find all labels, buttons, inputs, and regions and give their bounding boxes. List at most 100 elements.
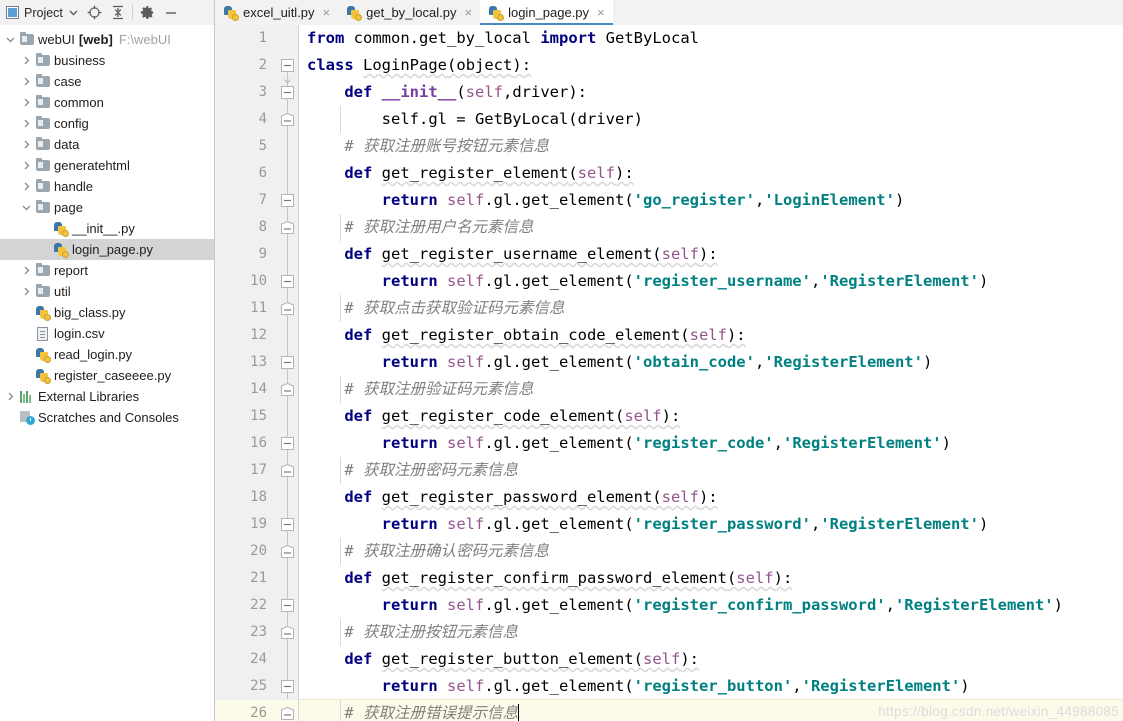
code-line-6: def get_register_element(self): xyxy=(344,164,634,182)
fold-marker-collapse[interactable] xyxy=(281,437,294,450)
fold-marker-end[interactable] xyxy=(281,464,294,477)
code-line-25: return self.gl.get_element('register_but… xyxy=(381,677,970,695)
code-line-15: def get_register_code_element(self): xyxy=(344,407,681,425)
fold-marker-collapse[interactable] xyxy=(281,680,294,693)
gear-icon[interactable] xyxy=(140,5,155,20)
keyword-def: def xyxy=(344,569,373,587)
project-tool-button[interactable]: Project xyxy=(6,6,63,20)
fold-marker-end[interactable] xyxy=(281,545,294,558)
tree-node-page[interactable]: page xyxy=(0,197,214,218)
tree-node-path: F:\webUI xyxy=(118,32,171,47)
tree-node-scratches-and-consoles[interactable]: Scratches and Consoles xyxy=(0,407,214,428)
line-number: 19 xyxy=(250,516,267,532)
string-register-code: 'register_code' xyxy=(633,434,774,452)
tree-node-label: report xyxy=(54,263,88,278)
keyword-def: def xyxy=(344,83,373,101)
chevron-down-icon[interactable] xyxy=(69,8,78,17)
string-login-element: 'LoginElement' xyxy=(764,191,895,209)
chevron-right-icon[interactable] xyxy=(18,182,34,191)
line-number: 13 xyxy=(250,354,267,370)
chevron-right-icon[interactable] xyxy=(18,98,34,107)
fold-marker-collapse[interactable] xyxy=(281,275,294,288)
tree-node-module-badge: [web] xyxy=(78,32,113,47)
code-line-3: def __init__(self,driver): xyxy=(344,83,588,101)
editor-tab-get-by-local[interactable]: get_by_local.py × xyxy=(338,0,481,25)
fold-marker-collapse[interactable] xyxy=(281,599,294,612)
tree-node-register-caseeee-py[interactable]: register_caseeee.py xyxy=(0,365,214,386)
tree-node-util[interactable]: util xyxy=(0,281,214,302)
chevron-down-icon[interactable] xyxy=(18,203,34,212)
fold-marker-end[interactable] xyxy=(281,707,294,720)
tree-node-common[interactable]: common xyxy=(0,92,214,113)
chevron-right-icon[interactable] xyxy=(18,140,34,149)
editor-tab-login-page[interactable]: login_page.py × xyxy=(480,0,613,25)
tree-node-label: page xyxy=(54,200,83,215)
tree-node-big-class-py[interactable]: big_class.py xyxy=(0,302,214,323)
minimize-icon[interactable] xyxy=(164,6,178,20)
fold-marker-end[interactable] xyxy=(281,626,294,639)
tree-node-label: config xyxy=(54,116,89,131)
tree-node-data[interactable]: data xyxy=(0,134,214,155)
fold-marker-end[interactable] xyxy=(281,383,294,396)
folder-icon xyxy=(18,32,35,45)
tree-node-label: login_page.py xyxy=(72,242,153,257)
collapse-all-icon[interactable] xyxy=(111,5,125,20)
tree-node-login-page-py[interactable]: login_page.py xyxy=(0,239,214,260)
keyword-class: class xyxy=(307,56,354,74)
project-tree[interactable]: webUI [web] F:\webUI business case commo… xyxy=(0,25,215,721)
fold-marker-collapse[interactable] xyxy=(281,194,294,207)
fold-marker-collapse[interactable] xyxy=(281,86,294,99)
param-self: self xyxy=(447,515,485,533)
code-text-area[interactable]: from common.get_by_local import GetByLoc… xyxy=(299,25,1123,721)
chevron-right-icon[interactable] xyxy=(18,287,34,296)
chevron-right-icon[interactable] xyxy=(18,56,34,65)
tree-node-report[interactable]: report xyxy=(0,260,214,281)
line-number: 22 xyxy=(250,597,267,613)
string-register-element: 'RegisterElement' xyxy=(782,434,942,452)
tree-node-read-login-py[interactable]: read_login.py xyxy=(0,344,214,365)
code-editor[interactable]: 1 2 3 4 5 6 7 8 9 10 11 12 13 14 15 16 1… xyxy=(215,25,1123,721)
method-get-register-code-element: get_register_code_element xyxy=(381,407,615,425)
fold-marker-end[interactable] xyxy=(281,302,294,315)
tree-node-handle[interactable]: handle xyxy=(0,176,214,197)
keyword-def: def xyxy=(344,488,373,506)
chevron-right-icon[interactable] xyxy=(18,161,34,170)
fold-marker-end[interactable] xyxy=(281,221,294,234)
tree-node-case[interactable]: case xyxy=(0,71,214,92)
fold-marker-end[interactable] xyxy=(281,113,294,126)
chevron-right-icon[interactable] xyxy=(2,392,18,401)
close-icon[interactable]: × xyxy=(323,5,331,20)
crosshair-target-icon[interactable] xyxy=(87,5,102,20)
close-icon[interactable]: × xyxy=(464,5,472,20)
keyword-return: return xyxy=(381,272,438,290)
code-folding-gutter[interactable] xyxy=(277,25,299,721)
module-path: common.get_by_local xyxy=(353,29,531,47)
fold-marker-collapse[interactable] xyxy=(281,356,294,369)
top-row: Project excel_uitl.py × get_by_local.py … xyxy=(0,0,1123,25)
code-line-12: def get_register_obtain_code_element(sel… xyxy=(344,326,746,344)
keyword-return: return xyxy=(381,596,438,614)
folder-icon xyxy=(34,200,51,213)
editor-tab-excel-uitl[interactable]: excel_uitl.py × xyxy=(215,0,339,25)
line-number: 5 xyxy=(258,138,267,154)
tree-node-webui[interactable]: webUI [web] F:\webUI xyxy=(0,29,214,50)
string-obtain-code: 'obtain_code' xyxy=(633,353,755,371)
chevron-down-icon[interactable] xyxy=(2,35,18,44)
tree-node-business[interactable]: business xyxy=(0,50,214,71)
line-number: 21 xyxy=(250,570,267,586)
tree-node-external-libraries[interactable]: External Libraries xyxy=(0,386,214,407)
tree-node-login-csv[interactable]: login.csv xyxy=(0,323,214,344)
tree-node-init-py[interactable]: __init__.py xyxy=(0,218,214,239)
close-icon[interactable]: × xyxy=(597,5,605,20)
chevron-right-icon[interactable] xyxy=(18,77,34,86)
python-file-icon xyxy=(34,347,51,363)
tree-node-config[interactable]: config xyxy=(0,113,214,134)
comment-line: # 获取注册账号按钮元素信息 xyxy=(344,137,549,155)
code-line-18: def get_register_password_element(self): xyxy=(344,488,718,506)
chevron-right-icon[interactable] xyxy=(18,266,34,275)
code-line-5: # 获取注册账号按钮元素信息 xyxy=(299,133,1123,160)
tree-node-generatehtml[interactable]: generatehtml xyxy=(0,155,214,176)
fold-marker-collapse[interactable] xyxy=(281,518,294,531)
chevron-right-icon[interactable] xyxy=(18,119,34,128)
tree-node-label: generatehtml xyxy=(54,158,130,173)
